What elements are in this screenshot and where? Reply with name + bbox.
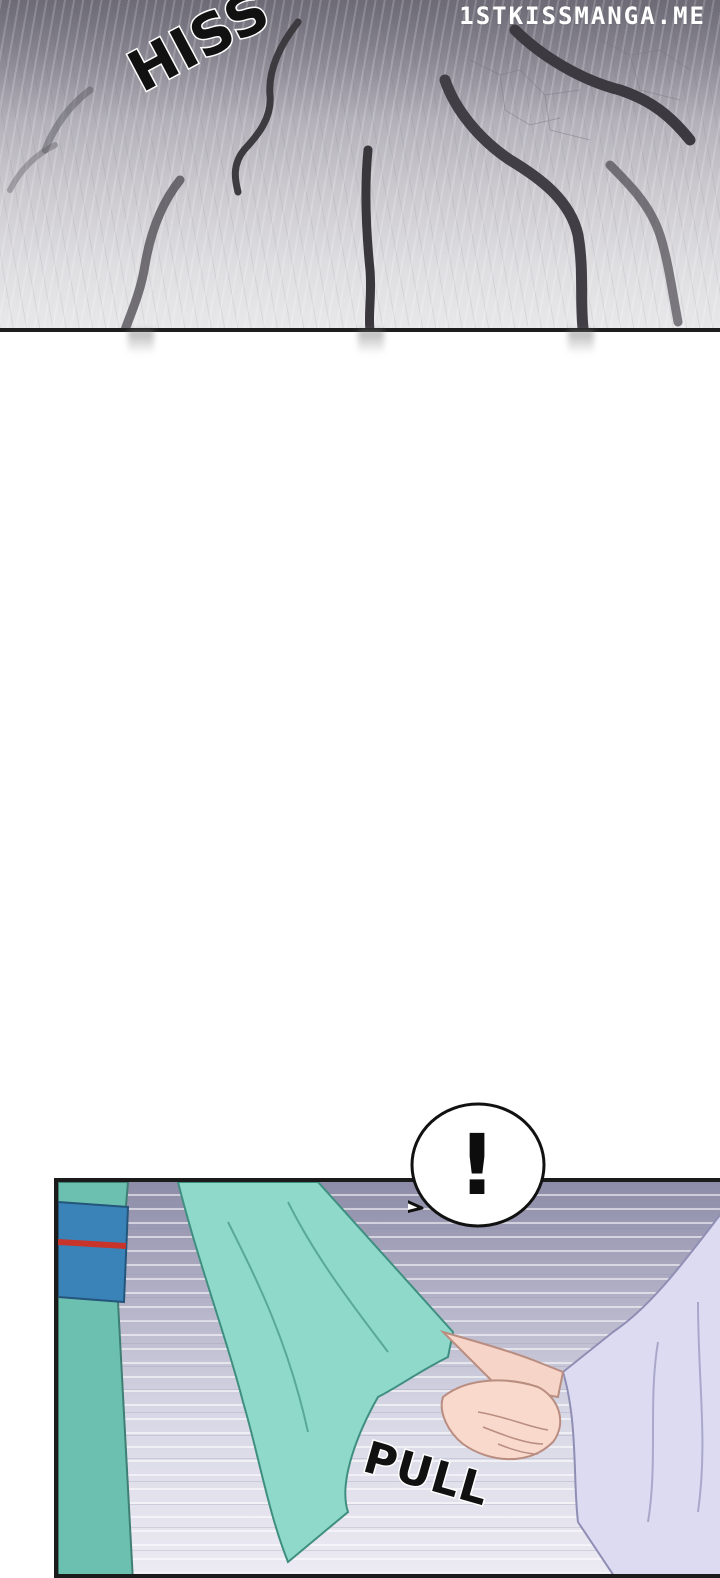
speech-exclamation: ! (457, 1116, 497, 1214)
snakes-illustration (7, 18, 696, 330)
hands-illustration (58, 1182, 720, 1574)
watermark: 1STKISSMANGA.ME (459, 2, 706, 30)
panel-hands (54, 1178, 720, 1578)
panel-snakes: 1STKISSMANGA.ME HISS (0, 0, 720, 330)
